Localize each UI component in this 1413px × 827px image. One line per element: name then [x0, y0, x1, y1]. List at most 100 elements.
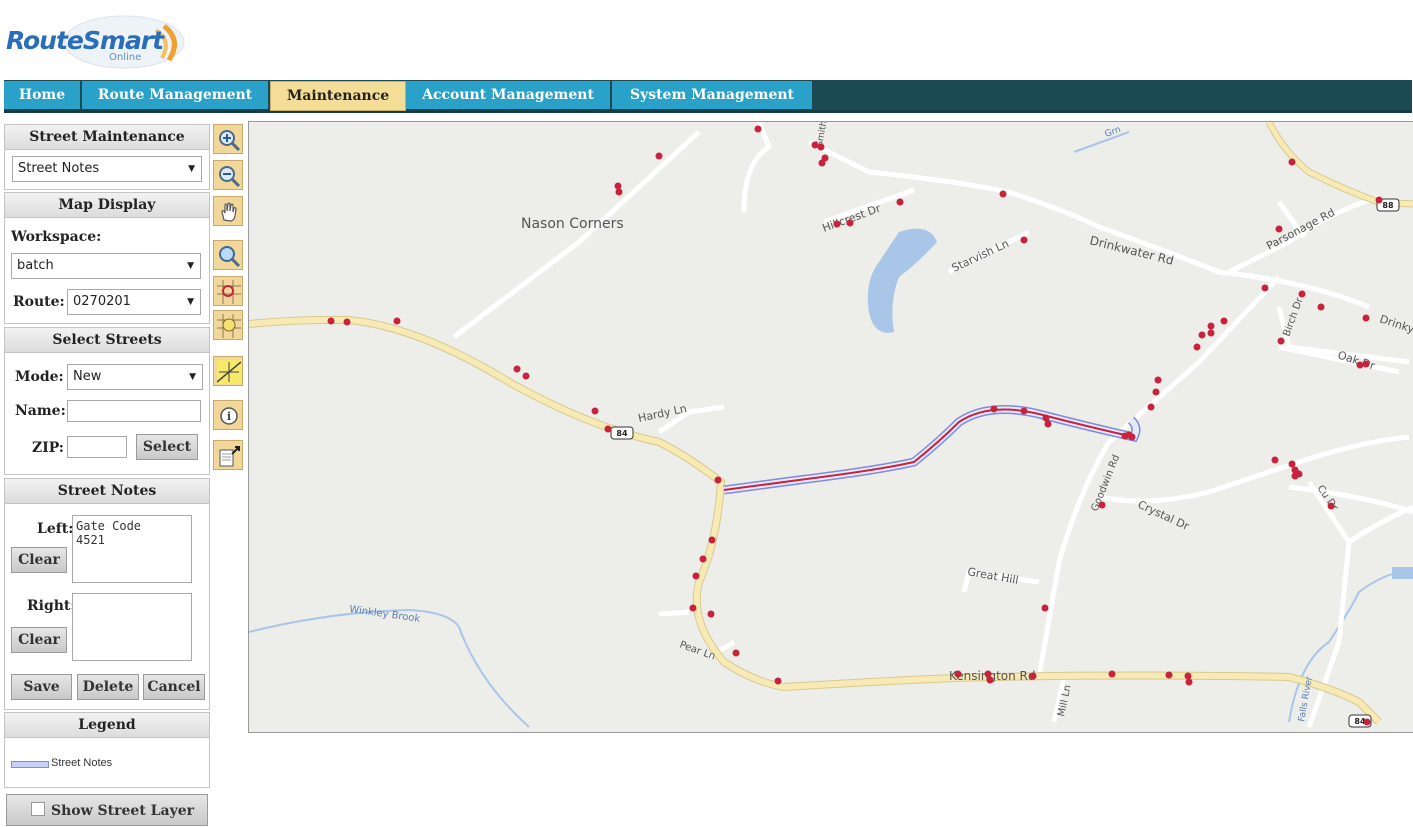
stop-marker: [327, 317, 335, 325]
save-button[interactable]: Save: [11, 674, 72, 700]
tab-home[interactable]: Home: [4, 81, 82, 109]
select-point-icon: [217, 314, 241, 338]
zip-label: ZIP:: [32, 440, 64, 456]
stop-marker: [754, 125, 762, 133]
zip-input[interactable]: [67, 436, 127, 458]
street-notes-legend-label: Street Notes: [51, 757, 113, 769]
stop-marker: [1275, 225, 1283, 233]
route-select[interactable]: 0270201 ▼: [67, 289, 201, 315]
show-street-layer-checkbox[interactable]: [31, 802, 45, 816]
stop-marker: [393, 317, 401, 325]
select-button[interactable]: Select: [136, 434, 198, 460]
chevron-down-icon: ▼: [188, 164, 195, 174]
delete-button[interactable]: Delete: [77, 674, 139, 700]
stop-marker: [513, 365, 521, 373]
stop-marker: [846, 219, 854, 227]
pan-hand-icon: [221, 202, 237, 222]
mode-label: Mode:: [15, 369, 64, 385]
stop-marker: [615, 188, 623, 196]
stop-marker: [707, 610, 715, 618]
chevron-down-icon: ▼: [187, 297, 194, 307]
mode-select[interactable]: New ▼: [67, 364, 203, 390]
routesmart-logo: RouteSmart Online: [4, 8, 194, 74]
stop-marker: [1362, 360, 1370, 368]
zoom-in-icon: [219, 130, 241, 152]
map-canvas[interactable]: 84 88 84 Nason Corners Hillcrest Dr Star…: [248, 121, 1413, 733]
stop-marker: [1207, 322, 1215, 330]
stop-marker: [1298, 290, 1306, 298]
mode-value: New: [73, 369, 102, 384]
zoom-in-tool[interactable]: [213, 124, 243, 154]
chevron-down-icon: ▼: [187, 261, 194, 271]
select-line-icon: [217, 360, 241, 384]
stop-marker: [1185, 678, 1193, 686]
stop-marker: [984, 670, 992, 678]
stop-marker: [655, 152, 663, 160]
stop-marker: [833, 220, 841, 228]
select-streets-title: Select Streets: [5, 328, 209, 353]
chevron-down-icon: ▼: [189, 372, 196, 382]
street-maintenance-select[interactable]: Street Notes ▼: [12, 156, 202, 182]
zoom-extent-tool[interactable]: [213, 240, 243, 270]
stop-marker: [1356, 361, 1364, 369]
select-area-tool[interactable]: [213, 276, 243, 306]
stop-marker: [1044, 420, 1052, 428]
right-note-textarea[interactable]: [72, 593, 192, 661]
stop-marker: [1042, 414, 1050, 422]
tab-route-management[interactable]: Route Management: [82, 81, 270, 109]
tab-maintenance[interactable]: Maintenance: [270, 81, 406, 111]
select-line-tool[interactable]: [213, 356, 243, 386]
tab-system-management[interactable]: System Management: [612, 81, 814, 109]
lake-shape: [867, 228, 937, 333]
stop-marker: [1108, 670, 1116, 678]
major-roads: [249, 122, 1413, 725]
stop-marker: [591, 407, 599, 415]
map-display-panel: Map Display Workspace: batch ▼ Route: 02…: [4, 192, 210, 324]
workspace-value: batch: [17, 258, 54, 273]
report-tool[interactable]: [213, 440, 243, 470]
info-tool[interactable]: i: [213, 400, 243, 430]
legend-panel: Legend Street Notes: [4, 712, 210, 788]
stop-marker: [896, 198, 904, 206]
stop-marker: [774, 677, 782, 685]
label-hardy-ln: Hardy Ln: [637, 402, 688, 425]
pan-tool[interactable]: [213, 196, 243, 226]
street-notes-legend-swatch: [11, 761, 49, 768]
stop-marker: [522, 372, 530, 380]
name-input[interactable]: [67, 400, 201, 422]
logo-text: RouteSmart: [6, 26, 164, 55]
street-maintenance-panel: Street Maintenance Street Notes ▼: [4, 124, 210, 190]
stop-marker: [604, 425, 612, 433]
street-notes-title: Street Notes: [5, 479, 209, 504]
svg-text:88: 88: [1382, 201, 1394, 210]
stop-marker: [1020, 236, 1028, 244]
label-starvish-ln: Starvish Ln: [950, 237, 1011, 275]
pond-shape: [1392, 567, 1413, 579]
tab-account-management[interactable]: Account Management: [406, 81, 612, 109]
stop-marker: [1152, 388, 1160, 396]
stop-marker: [1198, 331, 1206, 339]
label-goodwin-rd: Goodwin Rd: [1090, 453, 1123, 513]
stop-marker: [1288, 158, 1296, 166]
clear-right-button[interactable]: Clear: [11, 627, 67, 653]
left-note-textarea[interactable]: Gate Code 4521: [72, 515, 192, 583]
stop-marker: [1277, 337, 1285, 345]
stop-marker: [1154, 376, 1162, 384]
svg-text:84: 84: [616, 429, 628, 438]
stop-marker: [1020, 407, 1028, 415]
stop-marker: [689, 604, 697, 612]
logo-subtext: Online: [109, 52, 142, 63]
stop-marker: [714, 476, 722, 484]
cancel-button[interactable]: Cancel: [143, 674, 205, 700]
select-point-tool[interactable]: [213, 310, 243, 340]
workspace-select[interactable]: batch ▼: [11, 253, 201, 279]
clear-left-button[interactable]: Clear: [11, 547, 67, 573]
map-svg[interactable]: 84 88 84 Nason Corners Hillcrest Dr Star…: [249, 122, 1413, 732]
stop-marker: [732, 649, 740, 657]
stop-marker: [1271, 456, 1279, 464]
show-street-layer-toggle[interactable]: Show Street Layer: [6, 794, 208, 826]
zoom-out-tool[interactable]: [213, 160, 243, 190]
legend-title: Legend: [5, 713, 209, 738]
info-icon: i: [220, 407, 238, 425]
street-notes-panel: Street Notes Left: Gate Code 4521 Clear …: [4, 478, 210, 710]
